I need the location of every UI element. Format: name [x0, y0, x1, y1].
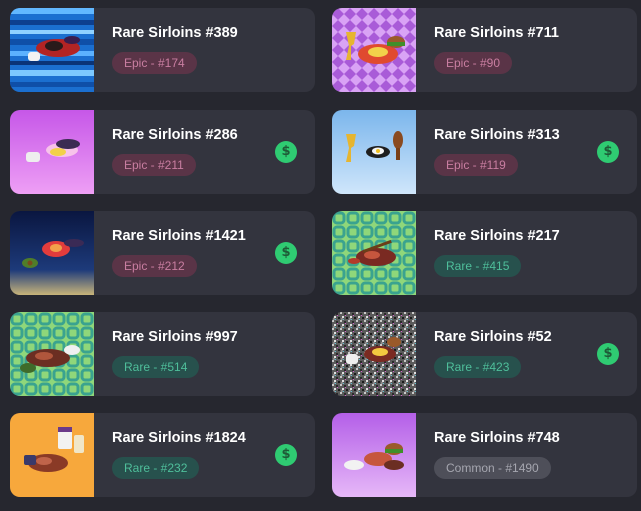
nft-thumbnail [332, 211, 416, 295]
nft-card[interactable]: Rare Sirloins #52 Rare - #423 $ [332, 312, 637, 396]
nft-card[interactable]: Rare Sirloins #748 Common - #1490 [332, 413, 637, 497]
nft-thumbnail [10, 211, 94, 295]
nft-grid: Rare Sirloins #389 Epic - #174 Rare Sirl… [0, 0, 641, 511]
nft-title: Rare Sirloins #217 [434, 228, 560, 244]
nft-card[interactable]: Rare Sirloins #1421 Epic - #212 $ [10, 211, 315, 295]
nft-title: Rare Sirloins #286 [112, 127, 238, 143]
nft-title: Rare Sirloins #997 [112, 329, 238, 345]
nft-title: Rare Sirloins #1421 [112, 228, 246, 244]
dollar-icon: $ [597, 141, 619, 163]
dollar-icon: $ [275, 141, 297, 163]
nft-thumbnail [10, 413, 94, 497]
rarity-badge: Epic - #212 [112, 255, 197, 277]
nft-thumbnail [332, 8, 416, 92]
rarity-badge: Rare - #232 [112, 457, 200, 479]
nft-title: Rare Sirloins #313 [434, 127, 560, 143]
nft-title: Rare Sirloins #711 [434, 25, 559, 41]
nft-thumbnail [10, 312, 94, 396]
dollar-icon: $ [275, 242, 297, 264]
nft-card[interactable]: Rare Sirloins #389 Epic - #174 [10, 8, 315, 92]
nft-card[interactable]: Rare Sirloins #217 Rare - #415 [332, 211, 637, 295]
rarity-badge: Epic - #211 [112, 154, 196, 176]
rarity-badge: Rare - #423 [434, 356, 522, 378]
nft-thumbnail [332, 312, 416, 396]
nft-card[interactable]: Rare Sirloins #313 Epic - #119 $ [332, 110, 637, 194]
nft-card[interactable]: Rare Sirloins #286 Epic - #211 $ [10, 110, 315, 194]
nft-card[interactable]: Rare Sirloins #997 Rare - #514 [10, 312, 315, 396]
nft-thumbnail [10, 8, 94, 92]
dollar-icon: $ [597, 343, 619, 365]
nft-title: Rare Sirloins #1824 [112, 430, 246, 446]
rarity-badge: Epic - #119 [434, 154, 518, 176]
nft-thumbnail [10, 110, 94, 194]
nft-title: Rare Sirloins #52 [434, 329, 552, 345]
nft-card[interactable]: Rare Sirloins #711 Epic - #90 [332, 8, 637, 92]
rarity-badge: Epic - #174 [112, 52, 197, 74]
nft-title: Rare Sirloins #748 [434, 430, 560, 446]
rarity-badge: Epic - #90 [434, 52, 513, 74]
dollar-icon: $ [275, 444, 297, 466]
nft-thumbnail [332, 413, 416, 497]
rarity-badge: Rare - #514 [112, 356, 200, 378]
rarity-badge: Rare - #415 [434, 255, 522, 277]
nft-title: Rare Sirloins #389 [112, 25, 238, 41]
rarity-badge: Common - #1490 [434, 457, 551, 479]
nft-thumbnail [332, 110, 416, 194]
nft-card[interactable]: Rare Sirloins #1824 Rare - #232 $ [10, 413, 315, 497]
